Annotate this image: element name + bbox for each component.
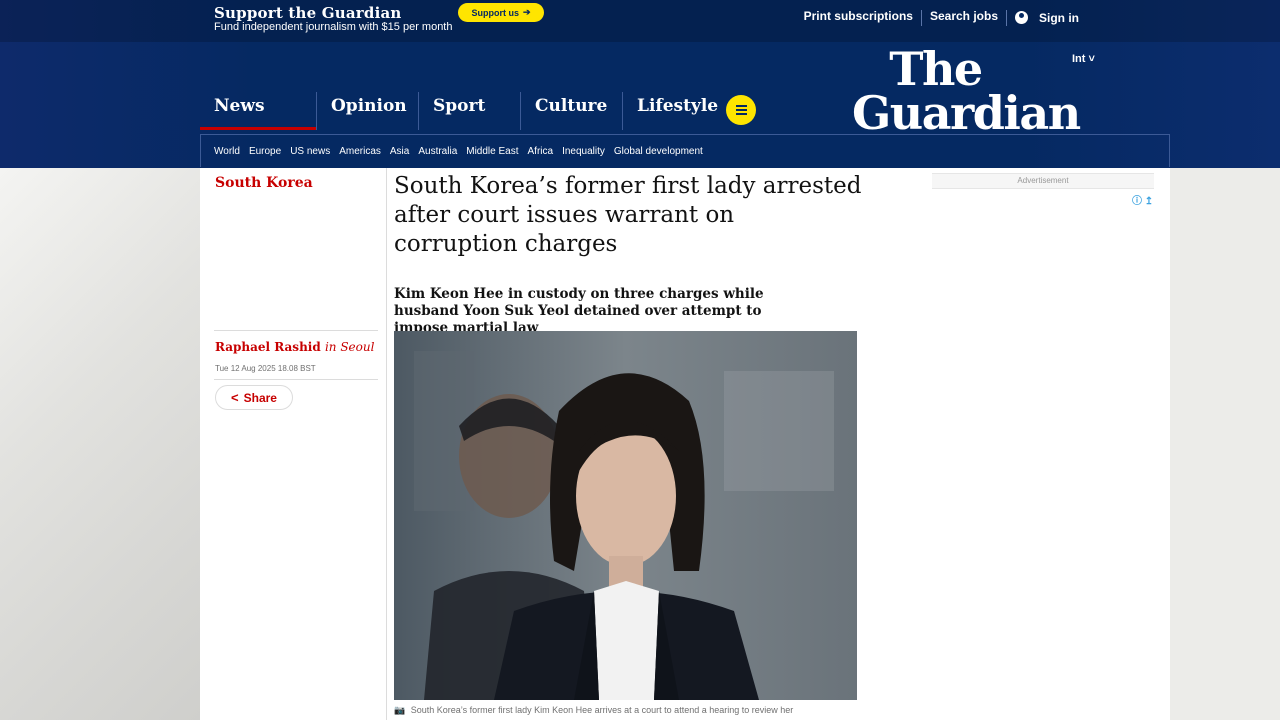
subnav-americas[interactable]: Americas [339,146,381,157]
divider [214,379,378,380]
share-button[interactable]: < Share [215,385,293,410]
byline-location: in Seoul [324,340,375,354]
arrow-right-icon: ➔ [522,7,531,17]
subnav-middle-east[interactable]: Middle East [466,146,518,157]
divider [214,330,378,331]
pillar-sport[interactable]: Sport [418,92,520,130]
menu-icon-bar [735,113,747,115]
support-us-button[interactable]: Support us ➔ [458,3,544,22]
print-subscriptions-link[interactable]: Print subscriptions [796,9,921,26]
share-label: Share [243,390,277,405]
subnav-africa[interactable]: Africa [528,146,554,157]
pillar-opinion[interactable]: Opinion [316,92,418,130]
subnav-world[interactable]: World [214,146,240,157]
article-main-photo[interactable] [394,331,857,700]
share-icon: < [231,390,239,405]
standfirst: Kim Keon Hee in custody on three charges… [394,286,764,336]
photo-illustration [394,331,857,700]
subnav-asia[interactable]: Asia [390,146,409,157]
pillar-lifestyle[interactable]: Lifestyle [622,92,724,130]
advertisement-label: Advertisement [932,173,1154,189]
support-subtitle: Fund independent journalism with $15 per… [214,21,453,33]
menu-icon-bar [735,109,747,111]
person-icon [1015,11,1028,24]
section-label[interactable]: South Korea [215,175,313,191]
sign-in-link[interactable]: Sign in [1007,9,1095,26]
search-jobs-link[interactable]: Search jobs [922,9,1006,26]
photo-caption: 📷 South Korea’s former first lady Kim Ke… [394,705,864,716]
publish-date: Tue 12 Aug 2025 18.08 BST [215,364,316,373]
logo-line-2: Guardian [852,85,1081,140]
page-background-right [1170,168,1280,720]
subnav-global-development[interactable]: Global development [614,146,703,157]
top-links: Print subscriptions Search jobs Sign in [796,9,1095,26]
pillar-culture[interactable]: Culture [520,92,622,130]
subnav-europe[interactable]: Europe [249,146,281,157]
caption-text: South Korea’s former first lady Kim Keon… [410,705,794,715]
pillar-news[interactable]: News [200,92,316,130]
headline: South Korea’s former first lady arrested… [394,173,862,257]
subnav: World Europe US news Americas Asia Austr… [200,134,1170,167]
support-us-label: Support us [471,7,519,18]
subnav-us-news[interactable]: US news [290,146,330,157]
byline-name: Raphael Rashid [215,340,321,354]
menu-icon [735,105,747,107]
support-title: Support the Guardian [214,4,402,22]
sign-in-label: Sign in [1039,10,1079,25]
pillar-nav: News Opinion Sport Culture Lifestyle [200,92,724,134]
ad-info-icon[interactable]: ⓘ ↥ [1132,192,1153,207]
chevron-down-icon: ˅ [1088,53,1095,65]
camera-icon: 📷 [394,705,406,715]
column-divider [386,168,387,720]
page-background-left [0,168,200,720]
subnav-australia[interactable]: Australia [418,146,457,157]
byline[interactable]: Raphael Rashid in Seoul [215,340,374,354]
guardian-logo[interactable]: The Guardian [852,46,1081,140]
subnav-inequality[interactable]: Inequality [562,146,605,157]
menu-button[interactable] [726,95,756,125]
